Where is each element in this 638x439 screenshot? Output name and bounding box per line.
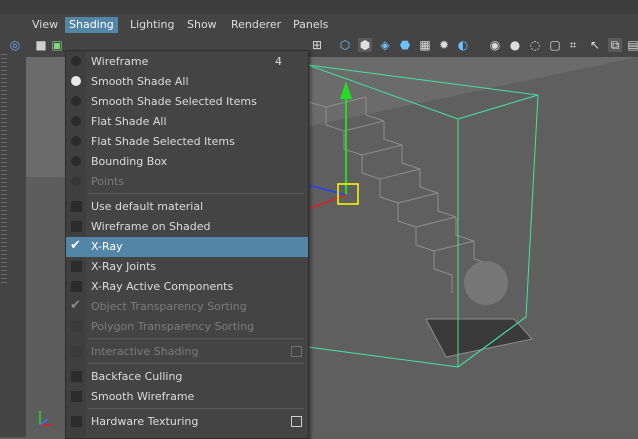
menu-item-label: Backface Culling <box>91 370 183 383</box>
checkbox-indicator <box>71 261 82 272</box>
menu-item-label: Bounding Box <box>91 155 168 168</box>
select-icon[interactable]: ↖ <box>588 38 602 52</box>
menu-item-shortcut: 4 <box>275 55 282 68</box>
menu-item-label: Flat Shade All <box>91 115 167 128</box>
left-toolbox <box>0 14 26 437</box>
menu-item-label: Interactive Shading <box>91 345 199 358</box>
textured-icon[interactable]: ◈ <box>378 38 392 52</box>
checkbox-indicator <box>71 371 82 382</box>
sphere-object <box>464 261 508 305</box>
radio-indicator <box>71 56 81 66</box>
menu-item-wireframe[interactable]: Wireframe 4 <box>66 52 308 72</box>
component-icon[interactable]: ⧉ <box>608 38 622 52</box>
option-box-icon[interactable] <box>291 346 302 357</box>
checkbox-indicator <box>71 281 82 292</box>
menu-item-bounding-box[interactable]: Bounding Box <box>66 152 308 172</box>
smooth-shade-icon[interactable]: ⬢ <box>358 38 372 52</box>
checkbox-indicator <box>71 416 82 427</box>
checkbox-indicator <box>71 346 82 357</box>
grid-icon[interactable]: ⊞ <box>310 38 324 52</box>
image-plane-icon[interactable]: ▣ <box>50 38 64 52</box>
lighting-icon[interactable]: ⬣ <box>398 38 412 52</box>
radio-indicator <box>71 176 81 186</box>
menu-item-polygon-transparency-sorting[interactable]: Polygon Transparency Sorting <box>66 317 308 337</box>
toolbox-icon[interactable]: ◎ <box>8 38 22 52</box>
menu-separator <box>88 363 304 364</box>
camera-icon[interactable]: ■ <box>34 38 48 52</box>
menu-item-use-default-material[interactable]: Use default material <box>66 197 308 217</box>
light-bulb-icon[interactable]: ✹ <box>437 38 451 52</box>
menu-item-smooth-wireframe[interactable]: Smooth Wireframe <box>66 387 308 407</box>
menu-item-x-ray-active-components[interactable]: X-Ray Active Components <box>66 277 308 297</box>
depth-of-field-icon[interactable]: ◌ <box>528 38 542 52</box>
checkmark-icon: ✔ <box>70 238 81 253</box>
menu-item-smooth-shade-selected-items[interactable]: Smooth Shade Selected Items <box>66 92 308 112</box>
menu-shading[interactable]: Shading <box>65 17 118 33</box>
menu-item-interactive-shading[interactable]: Interactive Shading <box>66 342 308 362</box>
isolate-select-icon[interactable]: ▢ <box>548 38 562 52</box>
menu-item-label: Object Transparency Sorting <box>91 300 247 313</box>
y-arrow-head <box>340 81 352 99</box>
menu-item-label: Hardware Texturing <box>91 415 199 428</box>
radio-indicator <box>71 116 81 126</box>
option-box-icon[interactable] <box>291 416 302 427</box>
menu-item-label: Wireframe <box>91 55 149 68</box>
ambient-occlusion-icon[interactable]: ◉ <box>488 38 502 52</box>
wireframe-icon[interactable]: ⬡ <box>338 38 352 52</box>
checkbox-indicator <box>71 201 82 212</box>
menu-item-label: Smooth Wireframe <box>91 390 195 403</box>
menu-panels[interactable]: Panels <box>289 17 332 33</box>
menu-item-flat-shade-selected-items[interactable]: Flat Shade Selected Items <box>66 132 308 152</box>
checkbox-indicator <box>71 221 82 232</box>
xray-joints-icon[interactable]: ⌗ <box>566 38 580 52</box>
radio-indicator <box>71 156 81 166</box>
menu-item-label: X-Ray Joints <box>91 260 157 273</box>
menu-separator <box>88 193 304 194</box>
menu-item-backface-culling[interactable]: Backface Culling <box>66 367 308 387</box>
checkmark-icon: ✔ <box>70 298 81 313</box>
menu-item-x-ray[interactable]: ✔ X-Ray <box>66 237 308 257</box>
menu-item-flat-shade-all[interactable]: Flat Shade All <box>66 112 308 132</box>
checkbox-indicator <box>71 391 82 402</box>
axis-indicator <box>39 411 52 426</box>
menu-item-points[interactable]: Points <box>66 172 308 192</box>
menu-show[interactable]: Show <box>183 17 221 33</box>
menu-item-label: X-Ray <box>91 240 123 253</box>
menu-renderer[interactable]: Renderer <box>227 17 285 33</box>
menu-item-label: Polygon Transparency Sorting <box>91 320 255 333</box>
title-strip <box>0 0 638 14</box>
menu-item-x-ray-joints[interactable]: X-Ray Joints <box>66 257 308 277</box>
menu-separator <box>88 408 304 409</box>
menu-lighting[interactable]: Lighting <box>126 17 178 33</box>
shading-menu: Wireframe 4 Smooth Shade All Smooth Shade S… <box>65 50 309 439</box>
menu-item-object-transparency-sorting[interactable]: ✔ Object Transparency Sorting <box>66 297 308 317</box>
menu-item-hardware-texturing[interactable]: Hardware Texturing <box>66 412 308 432</box>
checker-icon[interactable]: ▦ <box>418 38 432 52</box>
radio-indicator <box>71 96 81 106</box>
menu-item-label: Smooth Shade Selected Items <box>91 95 257 108</box>
menu-item-label: X-Ray Active Components <box>91 280 234 293</box>
menu-separator <box>88 338 304 339</box>
menu-item-label: Smooth Shade All <box>91 75 189 88</box>
checkbox-indicator <box>71 321 82 332</box>
menu-item-smooth-shade-all[interactable]: Smooth Shade All <box>66 72 308 92</box>
menu-item-label: Points <box>91 175 125 188</box>
radio-indicator <box>71 136 81 146</box>
menu-view[interactable]: View <box>28 17 62 33</box>
ground-plane <box>306 57 638 437</box>
menu-item-wireframe-on-shaded[interactable]: Wireframe on Shaded <box>66 217 308 237</box>
radio-indicator <box>71 76 81 86</box>
menu-item-label: Wireframe on Shaded <box>91 220 211 233</box>
menu-item-label: Flat Shade Selected Items <box>91 135 235 148</box>
layout-icon[interactable]: ▤ <box>626 38 638 52</box>
shadows-icon[interactable]: ◐ <box>456 38 470 52</box>
antialiasing-icon[interactable]: ● <box>508 38 522 52</box>
menu-item-label: Use default material <box>91 200 204 213</box>
toolbox-grip[interactable] <box>1 54 7 284</box>
panel-menubar: View Shading Lighting Show Renderer Pane… <box>26 14 638 35</box>
